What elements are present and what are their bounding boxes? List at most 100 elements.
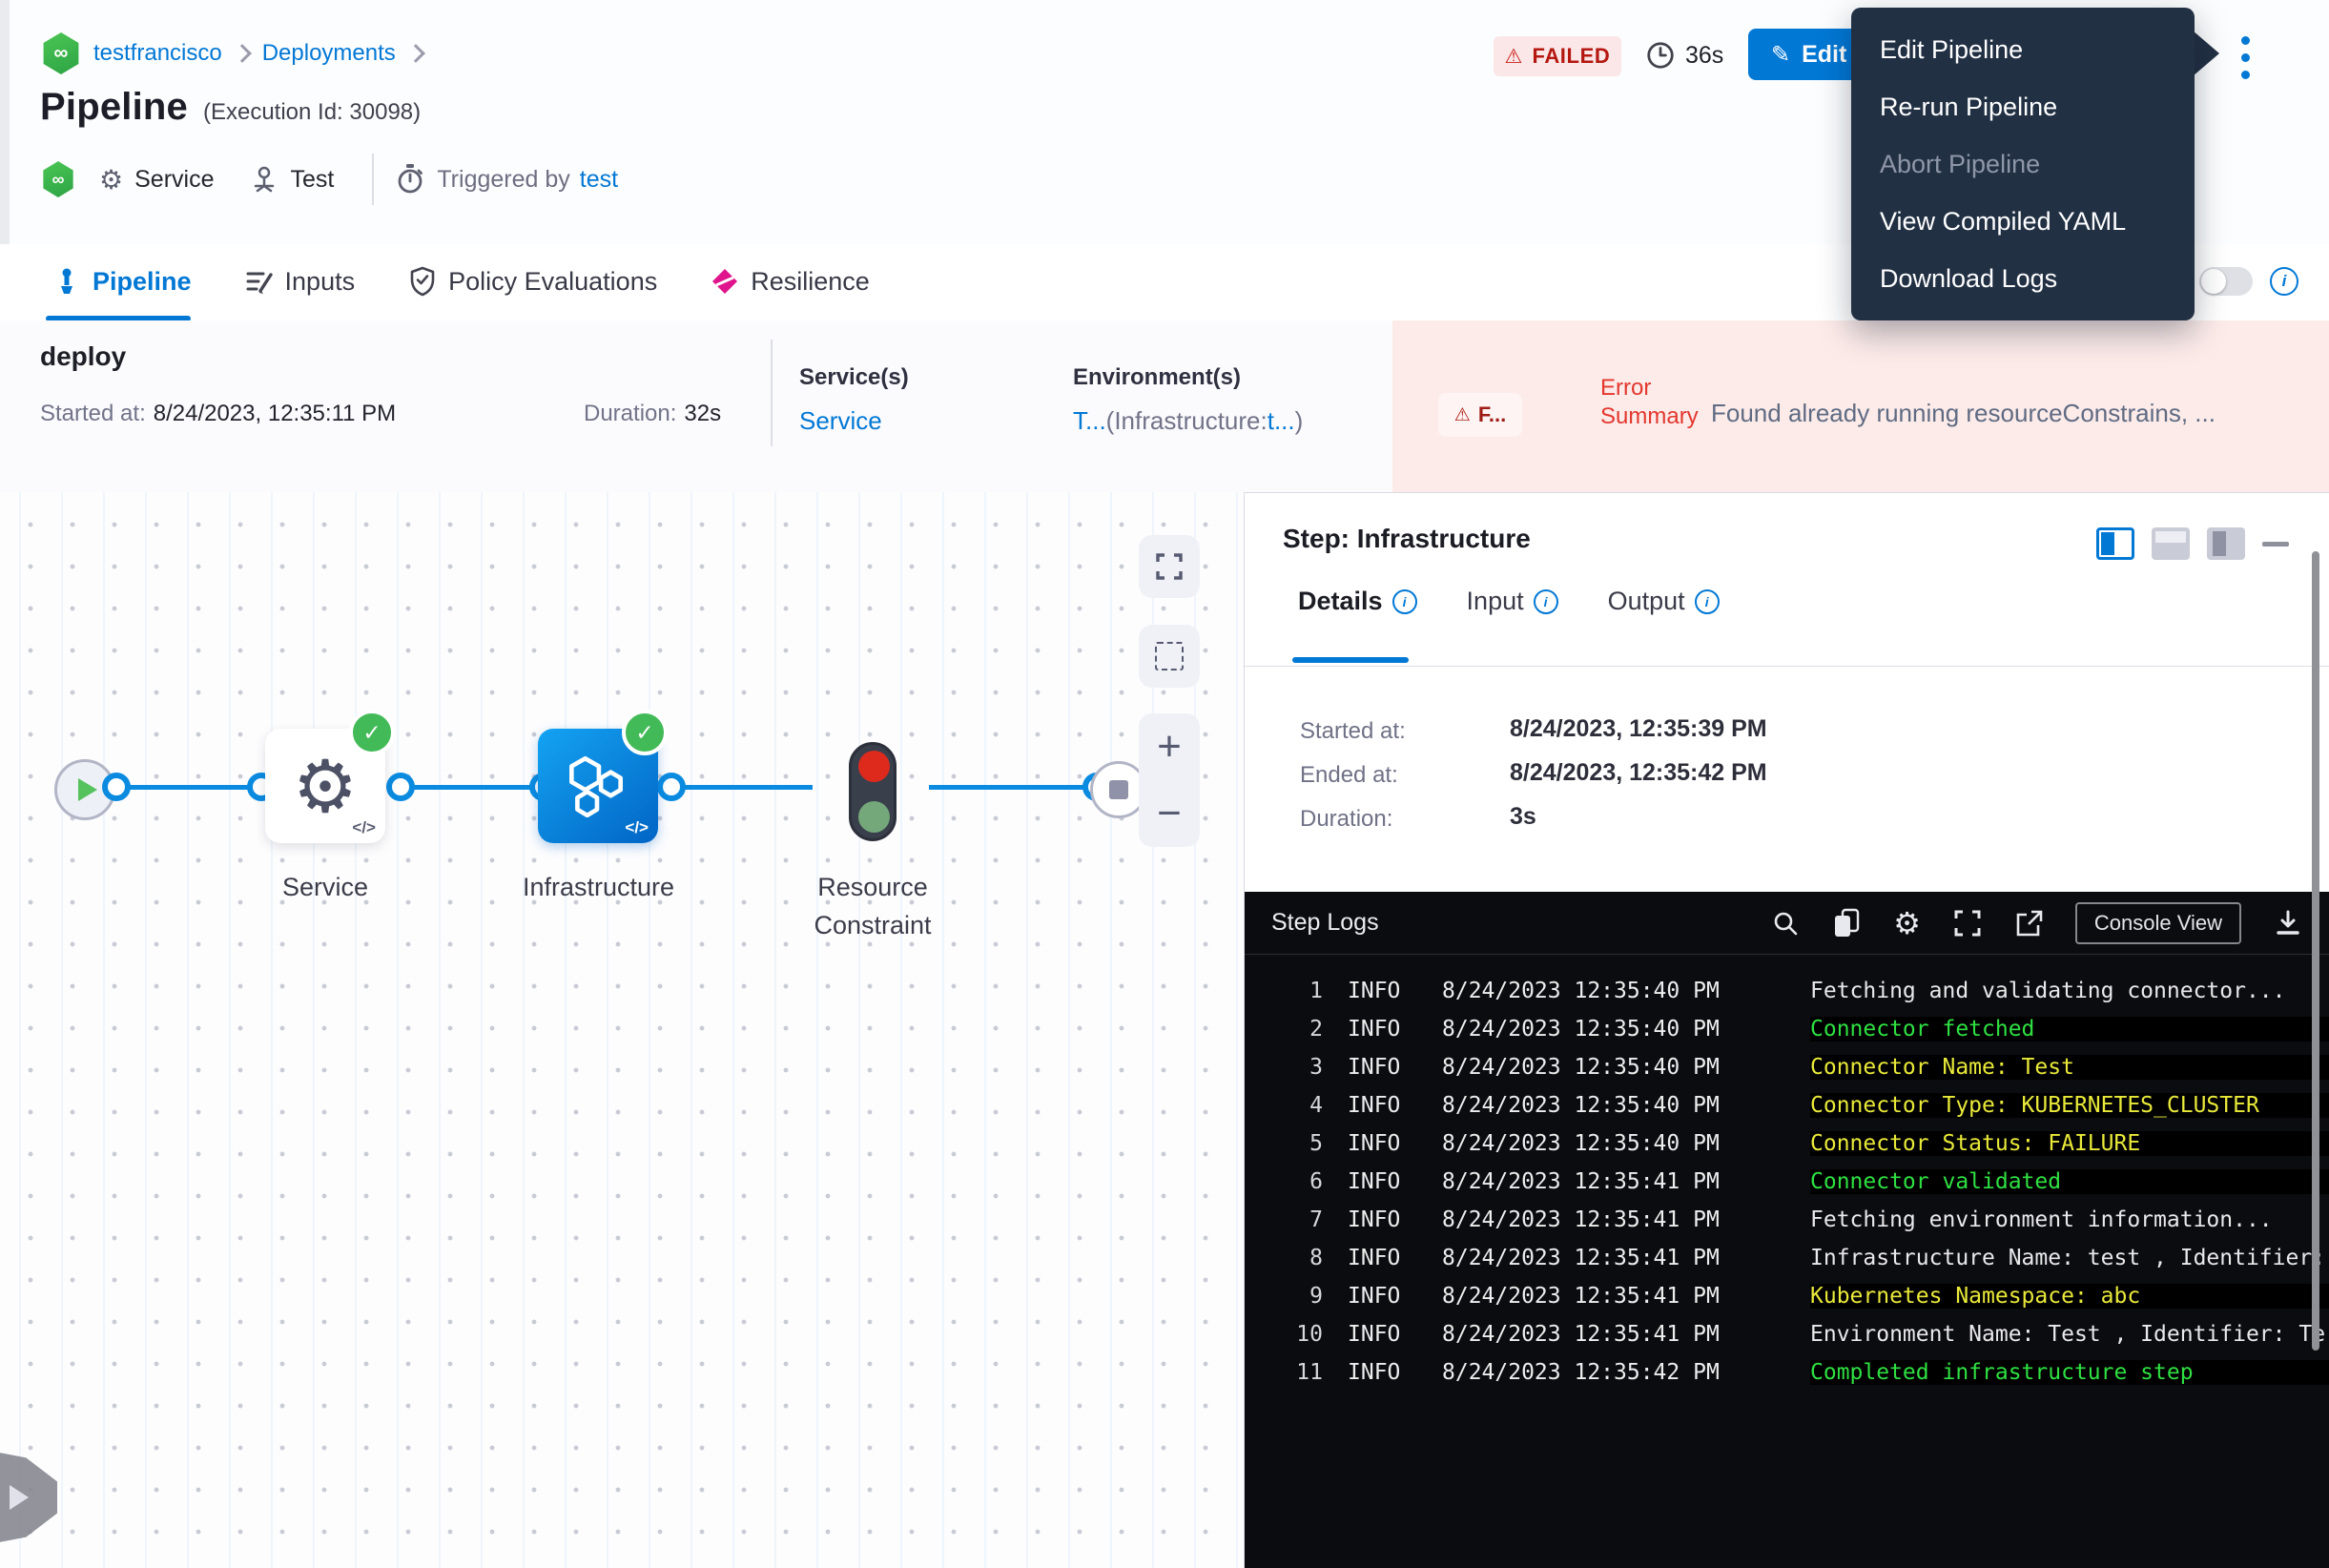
infrastructure-node-label: Infrastructure [510,868,687,906]
view-toggle-switch[interactable] [2199,267,2253,296]
log-lines[interactable]: 1INFO8/24/2023 12:35:40 PMFetching and v… [1245,972,2329,1568]
service-node-label: Service [244,868,406,906]
breadcrumb-deployments-link[interactable]: Deployments [262,40,396,67]
tab-output[interactable]: Output i [1608,587,1720,616]
layout-split-view-button[interactable] [2096,527,2134,560]
copy-logs-button[interactable] [1832,908,1861,939]
info-icon[interactable]: i [1695,589,1720,614]
tab-inputs[interactable]: Inputs [245,267,356,297]
error-summary-label: Error Summary [1600,374,1711,431]
breadcrumb-project-link[interactable]: testfrancisco [93,40,222,67]
duration-value: 3s [1510,803,1536,831]
stage-summary-bar: deploy Started at: 8/24/2023, 12:35:11 P… [0,320,2329,492]
started-at-label: Started at: [1300,718,1406,745]
test-tag-icon [250,165,278,194]
inputs-icon [245,267,274,296]
search-logs-button[interactable] [1771,909,1800,938]
more-options-kebab-button[interactable] [2241,36,2250,79]
log-line: 3INFO8/24/2023 12:35:40 PMConnector Name… [1245,1048,2329,1086]
info-icon[interactable]: i [1534,589,1558,614]
node-port [102,773,131,801]
tab-pipeline[interactable]: Pipeline [52,267,192,297]
menu-item-view-compiled-yaml[interactable]: View Compiled YAML [1851,193,2195,250]
title-row: Pipeline (Execution Id: 30098) [40,86,421,129]
triggered-by-user-link[interactable]: test [580,166,618,194]
stopwatch-icon [395,163,425,196]
error-summary-message: Found already running resourceConstrains… [1711,399,2321,428]
ended-at-label: Ended at: [1300,762,1398,789]
step-logs-console: Step Logs ⚙ [1245,892,2329,1568]
code-badge: </> [352,818,376,837]
tab-input[interactable]: Input i [1467,587,1558,616]
zoom-in-button[interactable]: + [1157,726,1182,768]
chevron-right-icon [10,1485,29,1510]
log-line: 1INFO8/24/2023 12:35:40 PMFetching and v… [1245,972,2329,1010]
edge [393,785,540,790]
tab-resilience[interactable]: Resilience [711,267,870,297]
harness-logo-icon: ∞ [42,32,80,74]
canvas-fullscreen-button[interactable] [1139,535,1200,598]
tab-policy-evaluations[interactable]: Policy Evaluations [408,266,657,297]
download-logs-button[interactable] [2274,909,2302,938]
menu-item-download-logs[interactable]: Download Logs [1851,250,2195,307]
harness-cd-icon: ∞ [42,161,74,197]
expand-panel-handle[interactable] [0,1448,57,1547]
expand-logs-button[interactable] [1953,909,1982,938]
triggered-by-label: Triggered by [437,166,569,194]
layout-right-view-button[interactable] [2207,527,2245,560]
minimize-panel-button[interactable] [2262,542,2289,547]
duration-label: Duration: [1300,806,1392,833]
fullscreen-icon [1953,909,1982,938]
edge [666,785,813,790]
execution-id: (Execution Id: 30098) [203,99,421,126]
panel-scrollbar[interactable] [2312,551,2319,1351]
fullscreen-icon [1155,552,1184,581]
meta-divider [372,154,374,205]
layout-bottom-view-button[interactable] [2152,527,2190,560]
search-icon [1771,909,1800,938]
canvas-zoom-controls: + − [1139,713,1200,847]
infrastructure-link[interactable]: t... [1268,406,1295,435]
page-title: Pipeline [40,86,188,129]
tabbar-info-icon[interactable]: i [2270,267,2298,296]
environment-link[interactable]: T... [1073,406,1106,435]
canvas-multiselect-button[interactable] [1139,625,1200,688]
duration-value: 36s [1685,42,1723,70]
play-icon [78,778,97,801]
breadcrumb-separator-icon [406,44,425,63]
menu-item-rerun-pipeline[interactable]: Re-run Pipeline [1851,78,2195,135]
log-line: 2INFO8/24/2023 12:35:40 PMConnector fetc… [1245,1010,2329,1048]
node-port [386,773,415,801]
menu-item-abort-pipeline[interactable]: Abort Pipeline [1851,135,2195,193]
zoom-out-button[interactable]: − [1157,793,1182,835]
log-line: 11INFO8/24/2023 12:35:42 PMCompleted inf… [1245,1353,2329,1392]
clock-icon [1645,40,1676,71]
service-gear-icon: ⚙ [99,164,123,196]
infrastructure-hexagons-icon [564,754,632,817]
stage-divider [771,340,773,446]
service-link[interactable]: Service [799,406,882,436]
shield-check-icon [408,266,437,297]
log-settings-button[interactable]: ⚙ [1893,905,1921,941]
step-details-panel: Step: Infrastructure Details i Input i O… [1244,492,2329,1568]
info-icon[interactable]: i [1392,589,1417,614]
pipeline-graph-canvas[interactable]: ⚙ </> ✓ Service </> ✓ Infrastructure Res… [0,492,1244,1568]
resource-constraint-node[interactable] [849,742,897,841]
active-panel-tab-underline [1292,657,1409,663]
open-logs-new-tab-button[interactable] [2014,909,2043,938]
pipeline-execution-page: ∞ testfrancisco Deployments Pipeline (Ex… [0,0,2329,1568]
environment-value: T...(Infrastructure:t...) [1073,406,1303,436]
started-at-value: 8/24/2023, 12:35:39 PM [1510,715,1767,743]
meta-service-label: Service [134,166,214,194]
stage-duration: Duration: 32s [584,401,721,427]
edge [109,785,258,790]
menu-item-edit-pipeline[interactable]: Edit Pipeline [1851,21,2195,78]
success-check-badge: ✓ [622,710,668,755]
log-line: 9INFO8/24/2023 12:35:41 PMKubernetes Nam… [1245,1277,2329,1315]
tab-details[interactable]: Details i [1298,587,1417,616]
console-view-button[interactable]: Console View [2075,902,2241,944]
log-line: 8INFO8/24/2023 12:35:41 PMInfrastructure… [1245,1239,2329,1277]
menu-pointer-arrow [2193,31,2219,76]
services-label: Service(s) [799,364,909,391]
status-badge: ⚠ FAILED [1494,36,1621,76]
